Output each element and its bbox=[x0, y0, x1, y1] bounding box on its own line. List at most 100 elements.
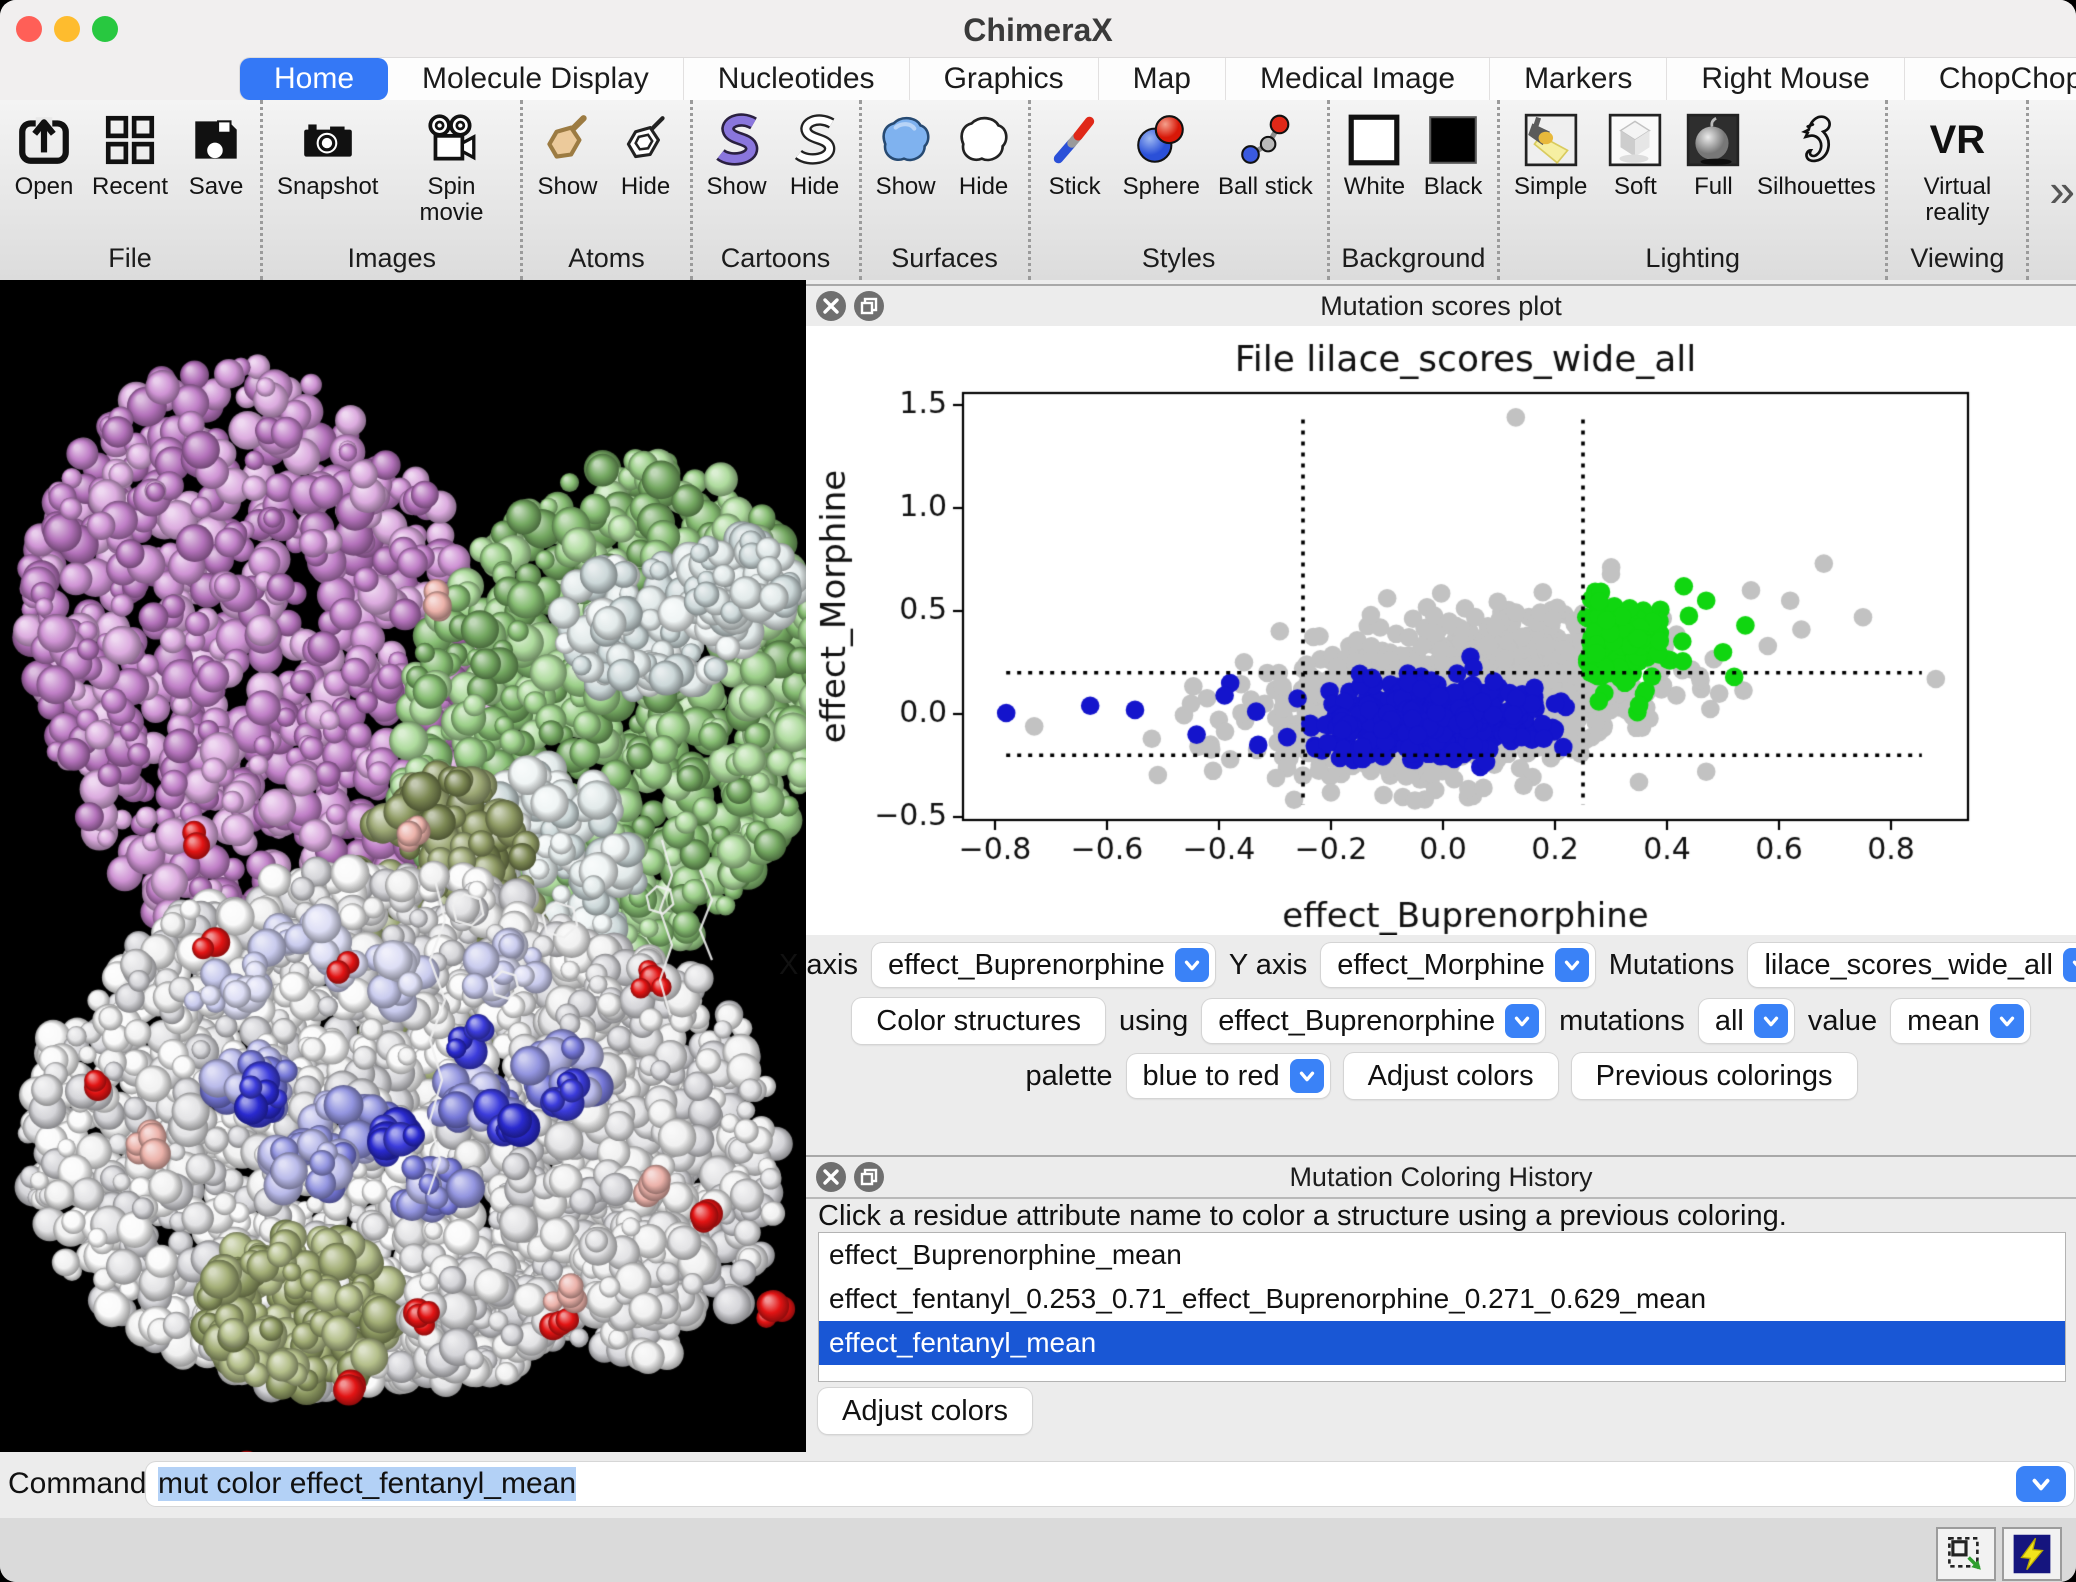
selection-rectangle-icon[interactable] bbox=[1936, 1527, 1996, 1581]
toolbar-button-simple[interactable]: Simple bbox=[1514, 110, 1587, 200]
toolbar-button-show[interactable]: Show bbox=[537, 110, 597, 200]
sphere-icon bbox=[1131, 110, 1191, 170]
scores-panel-title: Mutation scores plot bbox=[806, 291, 2076, 322]
x-axis-select-value: effect_Buprenorphine bbox=[888, 949, 1165, 982]
toolbar-button-white[interactable]: White bbox=[1344, 110, 1405, 200]
save-icon bbox=[186, 110, 246, 170]
tab-molecule-display[interactable]: Molecule Display bbox=[388, 58, 684, 100]
chevron-down-icon bbox=[2063, 948, 2076, 982]
toolbar-group-lighting: Simple Soft Full Silhouettes Lighting bbox=[1500, 100, 1888, 280]
history-adjust-colors-button[interactable]: Adjust colors bbox=[818, 1388, 1032, 1434]
palette-select[interactable]: blue to red bbox=[1127, 1054, 1330, 1098]
value-select[interactable]: mean bbox=[1891, 999, 2030, 1043]
soft-lighting-icon bbox=[1605, 110, 1665, 170]
toolbar-button-label: Hide bbox=[621, 174, 670, 200]
toolbar-overflow-icon[interactable]: » bbox=[2029, 100, 2076, 280]
toolbar-button-open[interactable]: Open bbox=[14, 110, 74, 200]
toolbar-button-label: Save bbox=[189, 174, 244, 200]
value-label: value bbox=[1808, 1005, 1877, 1038]
tab-right-mouse[interactable]: Right Mouse bbox=[1667, 58, 1904, 100]
toolbar-button-black[interactable]: Black bbox=[1423, 110, 1483, 200]
stick-icon bbox=[1045, 110, 1105, 170]
history-item[interactable]: effect_fentanyl_mean bbox=[819, 1321, 2065, 1365]
tab-nucleotides[interactable]: Nucleotides bbox=[684, 58, 910, 100]
command-input[interactable]: mut color effect_fentanyl_mean bbox=[146, 1462, 2074, 1506]
palette-label: palette bbox=[1025, 1060, 1112, 1093]
command-text[interactable]: mut color effect_fentanyl_mean bbox=[158, 1467, 576, 1501]
toolbar-button-spin-movie[interactable]: Spin movie bbox=[396, 110, 506, 226]
value-select-value: mean bbox=[1907, 1005, 1980, 1038]
toolbar-button-label: Show bbox=[876, 174, 936, 200]
toolbar-button-save[interactable]: Save bbox=[186, 110, 246, 200]
toolbar-button-label: Full bbox=[1694, 174, 1733, 200]
lightning-icon[interactable] bbox=[2002, 1527, 2062, 1581]
y-axis-select-value: effect_Morphine bbox=[1337, 949, 1544, 982]
using-select[interactable]: effect_Buprenorphine bbox=[1202, 999, 1545, 1043]
toolbar-button-recent[interactable]: Recent bbox=[92, 110, 168, 200]
history-item[interactable]: effect_fentanyl_0.253_0.71_effect_Bupren… bbox=[819, 1277, 2065, 1321]
toolbar-group-label: Cartoons bbox=[693, 243, 859, 274]
history-instruction: Click a residue attribute name to color … bbox=[818, 1200, 1787, 1233]
history-panel-header: Mutation Coloring History bbox=[806, 1155, 2076, 1199]
toolbar-button-hide[interactable]: Hide bbox=[616, 110, 676, 200]
toolbar-button-hide[interactable]: Hide bbox=[785, 110, 845, 200]
scatter-canvas[interactable] bbox=[806, 326, 2076, 935]
toolbar-button-full[interactable]: Full bbox=[1683, 110, 1743, 200]
toolbar-group-background: WhiteBlackBackground bbox=[1330, 100, 1500, 280]
x-axis-select[interactable]: effect_Buprenorphine bbox=[872, 943, 1215, 987]
toolbar-button-virtual-reality[interactable]: VRVirtual reality bbox=[1902, 110, 2012, 226]
toolbar-button-label: Hide bbox=[790, 174, 839, 200]
titlebar: ChimeraX bbox=[0, 0, 2076, 59]
silhouettes-icon bbox=[1786, 110, 1846, 170]
tab-map[interactable]: Map bbox=[1099, 58, 1226, 100]
toolbar-button-show[interactable]: Show bbox=[876, 110, 936, 200]
mutations-filter-select[interactable]: all bbox=[1699, 999, 1794, 1043]
toolbar-button-label: Black bbox=[1424, 174, 1483, 200]
command-history-dropdown-button[interactable] bbox=[2016, 1466, 2066, 1502]
previous-colorings-button[interactable]: Previous colorings bbox=[1572, 1053, 1857, 1099]
coloring-history-list[interactable]: effect_Buprenorphine_meaneffect_fentanyl… bbox=[818, 1232, 2066, 1382]
history-item[interactable]: effect_Buprenorphine_mean bbox=[819, 1233, 2065, 1277]
color-structures-button[interactable]: Color structures bbox=[852, 998, 1105, 1044]
scores-plot-controls: X axiseffect_BuprenorphineY axiseffect_M… bbox=[806, 935, 2076, 1155]
status-bar bbox=[0, 1518, 2076, 1582]
scores-panel-header: Mutation scores plot bbox=[806, 284, 2076, 328]
y-axis-select[interactable]: effect_Morphine bbox=[1321, 943, 1594, 987]
simple-lighting-icon bbox=[1521, 110, 1581, 170]
molecule-render-canvas[interactable] bbox=[0, 280, 806, 1452]
tab-home[interactable]: Home bbox=[240, 58, 388, 100]
mutation-scatter-plot[interactable] bbox=[806, 326, 2076, 935]
toolbar-button-hide[interactable]: Hide bbox=[954, 110, 1014, 200]
adjust-colors-button[interactable]: Adjust colors bbox=[1344, 1053, 1558, 1099]
toolbar-button-soft[interactable]: Soft bbox=[1605, 110, 1665, 200]
surfaces-hide-icon bbox=[954, 110, 1014, 170]
toolbar-button-ball-stick[interactable]: Ball stick bbox=[1218, 110, 1313, 200]
x-axis-label: X axis bbox=[779, 949, 858, 982]
toolbar-group-surfaces: ShowHideSurfaces bbox=[862, 100, 1031, 280]
toolbar-group-label: Lighting bbox=[1500, 243, 1885, 274]
mutations-select[interactable]: lilace_scores_wide_all bbox=[1748, 943, 2076, 987]
controls-row-2: Color structuresusingeffect_Buprenorphin… bbox=[806, 998, 2076, 1044]
command-row: Command: mut color effect_fentanyl_mean bbox=[0, 1452, 2076, 1520]
toolbar-button-silhouettes[interactable]: Silhouettes bbox=[1761, 110, 1871, 200]
toolbar-button-snapshot[interactable]: Snapshot bbox=[277, 110, 378, 200]
toolbar-group-styles: StickSphereBall stickStyles bbox=[1031, 100, 1330, 280]
vr-icon: VR bbox=[1927, 110, 1987, 170]
toolbar-group-images: SnapshotSpin movieImages bbox=[263, 100, 523, 280]
toolbar-button-stick[interactable]: Stick bbox=[1045, 110, 1105, 200]
chevron-down-icon bbox=[1555, 948, 1589, 982]
tab-medical-image[interactable]: Medical Image bbox=[1226, 58, 1490, 100]
toolbar-button-sphere[interactable]: Sphere bbox=[1123, 110, 1200, 200]
full-lighting-icon bbox=[1683, 110, 1743, 170]
tab-graphics[interactable]: Graphics bbox=[910, 58, 1099, 100]
toolbar-button-show[interactable]: Show bbox=[707, 110, 767, 200]
cartoons-show-icon bbox=[707, 110, 767, 170]
toolbar-button-label: Soft bbox=[1614, 174, 1657, 200]
toolbar-button-label: Stick bbox=[1049, 174, 1101, 200]
toolbar-button-label: Show bbox=[707, 174, 767, 200]
tab-chopchopmf[interactable]: ChopChopMF bbox=[1905, 58, 2076, 100]
ribbon-tab-row: HomeMolecule DisplayNucleotidesGraphicsM… bbox=[0, 58, 2076, 100]
toolbar-group-label: File bbox=[0, 243, 260, 274]
3d-viewport[interactable] bbox=[0, 280, 806, 1452]
tab-markers[interactable]: Markers bbox=[1490, 58, 1667, 100]
